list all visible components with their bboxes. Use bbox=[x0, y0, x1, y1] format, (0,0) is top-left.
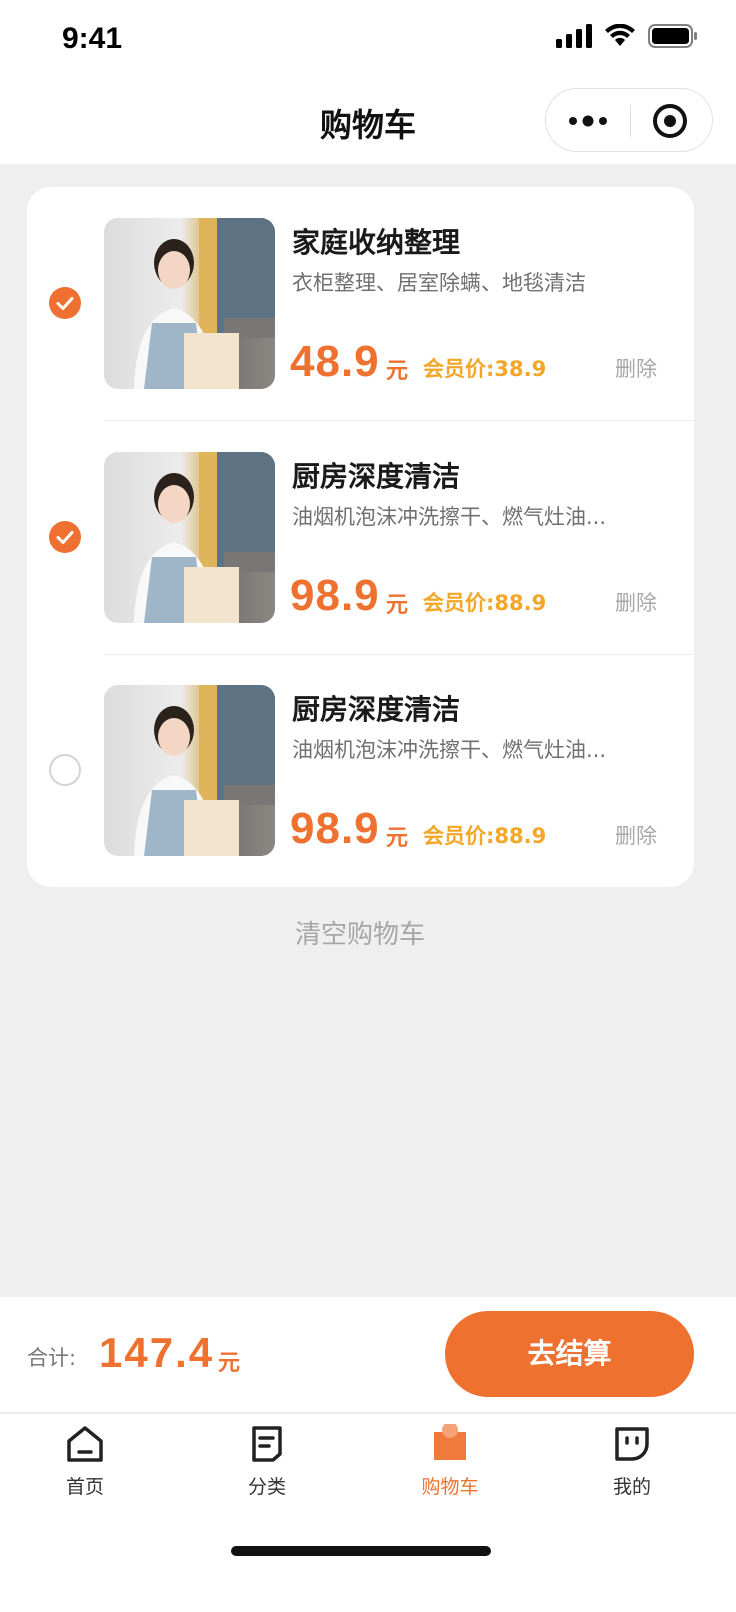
member-price: 会员价:88.9 bbox=[423, 824, 547, 848]
close-miniprogram-icon[interactable] bbox=[652, 103, 688, 139]
delete-button[interactable]: 删除 bbox=[615, 353, 657, 383]
miniprogram-capsule bbox=[545, 88, 713, 152]
item-checkbox[interactable] bbox=[49, 521, 81, 553]
total-unit: 元 bbox=[218, 1351, 241, 1376]
more-icon[interactable] bbox=[568, 111, 608, 131]
capsule-divider bbox=[630, 105, 631, 137]
total-label: 合计: bbox=[27, 1346, 77, 1370]
item-title[interactable]: 厨房深度清洁 bbox=[292, 688, 460, 728]
tab-label: 首页 bbox=[65, 1476, 104, 1498]
status-bar: 9:41 bbox=[0, 0, 736, 82]
item-price: 48.9 bbox=[290, 337, 380, 386]
price-unit: 元 bbox=[386, 593, 409, 618]
category-icon bbox=[252, 1426, 282, 1462]
service-photo-icon bbox=[134, 452, 275, 623]
tab-label: 分类 bbox=[247, 1476, 286, 1498]
check-icon bbox=[56, 297, 74, 310]
service-photo-icon bbox=[134, 685, 275, 856]
tab-profile[interactable]: 我的 bbox=[572, 1424, 692, 1510]
cart-card: 家庭收纳整理 衣柜整理、居室除螨、地毯清洁 48.9 元 会员价:38.9 删除 bbox=[27, 187, 694, 887]
battery-icon bbox=[648, 24, 697, 48]
cart-item: 厨房深度清洁 油烟机泡沫冲洗擦干、燃气灶油... 98.9 元 会员价:88.9… bbox=[27, 421, 694, 655]
status-time: 9:41 bbox=[62, 22, 123, 55]
signal-icon bbox=[556, 24, 592, 48]
item-title[interactable]: 家庭收纳整理 bbox=[292, 221, 460, 261]
clear-cart-button[interactable]: 清空购物车 bbox=[0, 914, 720, 951]
delete-button[interactable]: 删除 bbox=[615, 820, 657, 850]
price-unit: 元 bbox=[386, 359, 409, 384]
tab-label: 我的 bbox=[612, 1476, 651, 1498]
item-description: 衣柜整理、居室除螨、地毯清洁 bbox=[292, 271, 586, 295]
nav-bar: 购物车 bbox=[0, 82, 736, 164]
item-thumbnail[interactable] bbox=[104, 218, 275, 389]
home-icon bbox=[67, 1426, 103, 1462]
home-indicator bbox=[231, 1546, 491, 1556]
total-amount: 147.4 bbox=[99, 1329, 215, 1376]
check-icon bbox=[56, 531, 74, 544]
tab-home[interactable]: 首页 bbox=[25, 1424, 145, 1510]
item-description: 油烟机泡沫冲洗擦干、燃气灶油... bbox=[292, 738, 607, 762]
cart-item: 厨房深度清洁 油烟机泡沫冲洗擦干、燃气灶油... 98.9 元 会员价:88.9… bbox=[27, 654, 694, 888]
cart-item: 家庭收纳整理 衣柜整理、居室除螨、地毯清洁 48.9 元 会员价:38.9 删除 bbox=[27, 187, 694, 421]
item-price: 98.9 bbox=[290, 804, 380, 853]
item-description: 油烟机泡沫冲洗擦干、燃气灶油... bbox=[292, 505, 607, 529]
item-checkbox[interactable] bbox=[49, 287, 81, 319]
delete-button[interactable]: 删除 bbox=[615, 587, 657, 617]
wifi-icon bbox=[605, 24, 635, 46]
item-thumbnail[interactable] bbox=[104, 685, 275, 856]
item-price: 98.9 bbox=[290, 571, 380, 620]
service-photo-icon bbox=[134, 218, 275, 389]
member-price: 会员价:88.9 bbox=[423, 591, 547, 615]
tab-label: 购物车 bbox=[421, 1476, 479, 1498]
member-price: 会员价:38.9 bbox=[423, 357, 547, 381]
tab-category[interactable]: 分类 bbox=[207, 1424, 327, 1510]
status-icons bbox=[556, 24, 698, 48]
item-checkbox[interactable] bbox=[49, 754, 81, 786]
checkout-button[interactable]: 去结算 bbox=[445, 1311, 694, 1397]
profile-icon bbox=[615, 1427, 649, 1461]
cart-icon bbox=[434, 1424, 466, 1460]
price-unit: 元 bbox=[386, 826, 409, 851]
item-thumbnail[interactable] bbox=[104, 452, 275, 623]
checkout-bar: 合计: 147.4 元 去结算 bbox=[0, 1297, 736, 1413]
tab-cart[interactable]: 购物车 bbox=[390, 1424, 510, 1510]
tab-bar: 首页 分类 购物车 我的 bbox=[0, 1414, 736, 1612]
item-title[interactable]: 厨房深度清洁 bbox=[292, 455, 460, 495]
